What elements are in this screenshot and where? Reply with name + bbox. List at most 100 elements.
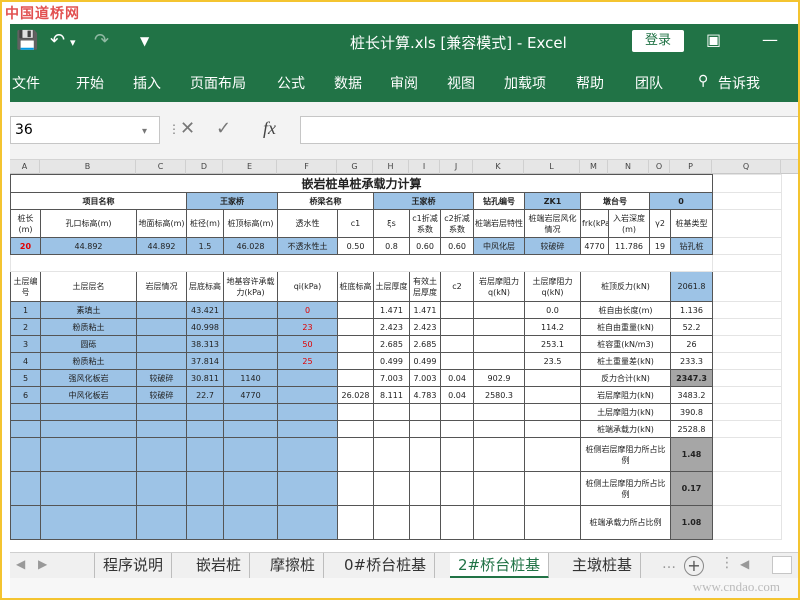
cell-value[interactable]: 233.3 [669, 352, 714, 370]
add-sheet-icon[interactable]: + [684, 556, 704, 576]
column-header[interactable]: O [649, 160, 670, 174]
cell[interactable] [277, 420, 338, 438]
cell-value[interactable] [473, 335, 525, 353]
cell-header[interactable]: 桩端岩层特性 [473, 209, 525, 238]
cell-value[interactable] [473, 318, 525, 336]
cell-value[interactable]: 0.499 [409, 352, 441, 370]
cell[interactable] [712, 271, 783, 302]
cell-value[interactable] [337, 352, 374, 370]
cell[interactable] [440, 420, 474, 438]
cell-value[interactable]: 0.60 [440, 237, 474, 255]
cell-value[interactable]: 11.786 [608, 237, 650, 255]
cell[interactable] [186, 505, 224, 540]
column-header[interactable]: N [608, 160, 649, 174]
tab-home[interactable]: 开始 [76, 73, 104, 93]
column-header[interactable]: B [40, 160, 136, 174]
cell[interactable] [712, 335, 783, 353]
cell[interactable] [712, 420, 783, 438]
tab-help[interactable]: 帮助 [576, 73, 604, 93]
sheet-tab-friction-pile[interactable]: 摩擦桩 [262, 553, 325, 579]
cell-value[interactable] [136, 335, 187, 353]
cell[interactable] [712, 209, 783, 238]
cell[interactable] [223, 403, 278, 421]
tab-review[interactable]: 审阅 [390, 73, 418, 93]
cell-value[interactable] [337, 369, 374, 387]
cell[interactable] [524, 420, 581, 438]
cell-value[interactable]: 4770 [580, 237, 609, 255]
cell-value[interactable]: 0.0 [524, 301, 581, 319]
cell[interactable] [277, 471, 338, 506]
cell-header[interactable]: 岩层情况 [136, 271, 187, 302]
cell[interactable] [473, 420, 525, 438]
cell-value[interactable]: 0.499 [373, 352, 410, 370]
customize-qat-icon[interactable]: ▼ [140, 34, 149, 48]
column-header[interactable]: A [10, 160, 40, 174]
cell-value[interactable]: 7.003 [409, 369, 441, 387]
cell-value[interactable]: 0.50 [337, 237, 374, 255]
cell-value[interactable]: 钻孔桩 [669, 237, 714, 255]
column-header[interactable]: D [186, 160, 223, 174]
cell[interactable] [40, 505, 137, 540]
sheet-tab-abutment-0[interactable]: 0#桥台桩基 [336, 553, 436, 579]
cell-label[interactable]: 桩端承载力(kN) [580, 420, 671, 438]
insert-function-icon[interactable]: fx [263, 118, 276, 139]
cell[interactable] [40, 403, 137, 421]
cell-header[interactable]: 有效土层厚度 [409, 271, 441, 302]
cell-label[interactable]: 桥梁名称 [277, 192, 374, 210]
cell-header[interactable]: 土层编号 [10, 271, 41, 302]
cell-value[interactable]: 20 [10, 237, 41, 255]
cell[interactable] [186, 403, 224, 421]
cell-value[interactable]: 4.783 [409, 386, 441, 404]
tab-team[interactable]: 团队 [635, 73, 663, 93]
cell[interactable] [524, 471, 581, 506]
column-header[interactable]: H [373, 160, 409, 174]
cell-value[interactable] [473, 352, 525, 370]
cell-header[interactable]: c1 [337, 209, 374, 238]
cell[interactable] [409, 420, 441, 438]
cell[interactable] [223, 505, 278, 540]
cell[interactable] [10, 505, 41, 540]
cell-label[interactable]: 桩侧土层摩阻力所占比例 [580, 471, 671, 506]
cell-value[interactable]: 40.998 [186, 318, 224, 336]
cell[interactable] [40, 420, 137, 438]
cell-value[interactable]: 1.48 [669, 437, 714, 472]
cell-value[interactable]: 较破碎 [136, 369, 187, 387]
cell-value[interactable]: 26 [669, 335, 714, 353]
ribbon-display-icon[interactable]: ▣ [706, 30, 721, 49]
column-header[interactable]: C [136, 160, 186, 174]
cell[interactable] [10, 254, 714, 272]
scroll-split-icon[interactable]: ⋮ [720, 555, 734, 571]
worksheet-grid[interactable]: 嵌岩桩单桩承载力计算 项目名称 王家桥 桥梁名称 王家桥 钻孔编号 ZK1 墩台… [10, 174, 798, 552]
cell-value[interactable]: 1140 [223, 369, 278, 387]
cell-value[interactable]: 26.028 [337, 386, 374, 404]
cell-value[interactable]: 1.471 [409, 301, 441, 319]
cell-value[interactable]: 30.811 [186, 369, 224, 387]
undo-icon[interactable]: ↶ [50, 30, 65, 51]
cell-value[interactable]: 44.892 [40, 237, 137, 255]
cell-value[interactable]: 较破碎 [524, 237, 581, 255]
formula-input[interactable] [300, 116, 798, 144]
column-header[interactable]: P [670, 160, 712, 174]
cell-header[interactable]: 桩长(m) [10, 209, 41, 238]
cell-header[interactable]: γ2 [649, 209, 671, 238]
column-header[interactable]: E [223, 160, 277, 174]
column-header[interactable]: G [337, 160, 373, 174]
cell-header[interactable]: frk(kPa) [580, 209, 609, 238]
cell-value[interactable] [277, 386, 338, 404]
tab-page-layout[interactable]: 页面布局 [190, 73, 246, 93]
cell[interactable] [277, 437, 338, 472]
cell[interactable] [136, 471, 187, 506]
cell-value[interactable]: 253.1 [524, 335, 581, 353]
save-icon[interactable]: 💾 [16, 30, 38, 51]
cell[interactable] [440, 437, 474, 472]
cell-value[interactable]: 902.9 [473, 369, 525, 387]
cell-header[interactable]: 孔口标高(m) [40, 209, 137, 238]
cancel-icon[interactable]: ✕ [180, 118, 195, 139]
cell-header[interactable]: 桩顶反力(kN) [580, 271, 671, 302]
cell-value[interactable]: 5 [10, 369, 41, 387]
cell-label[interactable]: 墩台号 [580, 192, 650, 210]
cell-value[interactable]: 22.7 [186, 386, 224, 404]
cell[interactable] [337, 437, 374, 472]
undo-dropdown-icon[interactable]: ▾ [70, 36, 76, 49]
cell[interactable] [524, 505, 581, 540]
